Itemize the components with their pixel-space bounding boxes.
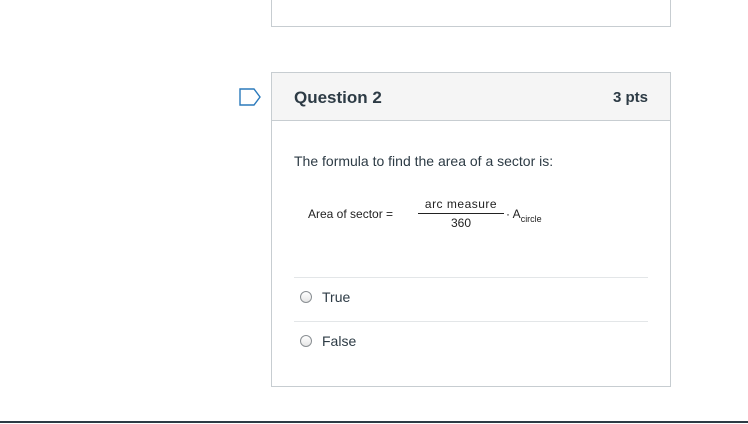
question-card: Question 2 3 pts The formula to find the… — [271, 72, 671, 387]
answer-label-true: True — [322, 289, 351, 305]
sector-area-formula: Area of sector = arc measure 360 · Acirc… — [308, 197, 608, 233]
question-points: 3 pts — [612, 89, 648, 106]
flag-question-icon[interactable] — [239, 88, 262, 106]
answer-divider — [294, 321, 648, 322]
question-prompt: The formula to find the area of a sector… — [294, 153, 554, 169]
formula-denominator: 360 — [450, 216, 472, 230]
formula-area-subscript: circle — [520, 214, 542, 224]
formula-area-symbol: A — [512, 207, 521, 221]
answer-divider — [294, 277, 648, 278]
answer-option-true[interactable]: True — [300, 286, 640, 308]
answer-label-false: False — [322, 333, 357, 349]
question-title: Question 2 — [294, 88, 382, 107]
radio-false[interactable] — [300, 335, 312, 347]
answer-option-false[interactable]: False — [300, 330, 640, 352]
formula-lhs: Area of sector = — [308, 207, 394, 221]
question-header: Question 2 3 pts — [272, 73, 670, 121]
radio-true[interactable] — [300, 291, 312, 303]
page-bottom-rule — [0, 421, 748, 423]
formula-rhs: · Acircle — [506, 207, 542, 224]
previous-question-card — [271, 0, 671, 27]
formula-fraction: arc measure 360 — [418, 197, 504, 230]
formula-numerator: arc measure — [418, 197, 504, 214]
